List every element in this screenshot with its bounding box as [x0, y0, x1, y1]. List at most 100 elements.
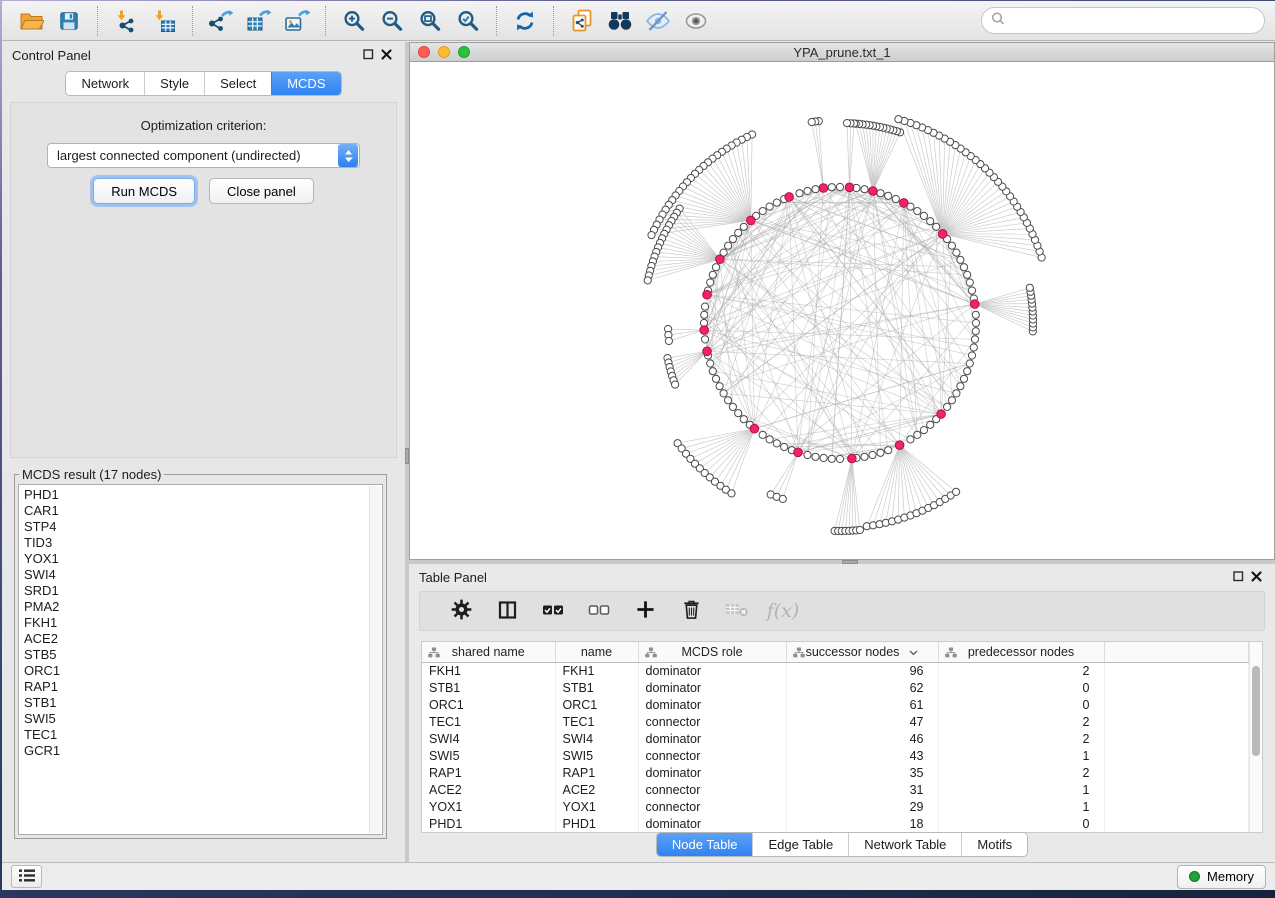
first-neighbors-button[interactable]: [601, 5, 639, 37]
zoom-in-button[interactable]: [335, 5, 373, 37]
cytoscape-app-window: Control Panel NetworkStyleSelectMCDS Opt…: [2, 1, 1275, 890]
float-panel-button[interactable]: [359, 47, 377, 63]
mcds-result-item[interactable]: TEC1: [24, 727, 382, 743]
mcds-result-item[interactable]: FKH1: [24, 615, 382, 631]
task-history-button[interactable]: [11, 865, 42, 888]
node-table: shared namenameMCDS rolesuccessor nodesp…: [421, 641, 1263, 833]
table-row[interactable]: RAP1RAP1dominator352: [422, 764, 1249, 781]
refresh-network-button[interactable]: [506, 5, 544, 37]
close-icon: [1251, 570, 1262, 585]
mcds-result-item[interactable]: CAR1: [24, 503, 382, 519]
new-network-from-selection-button[interactable]: [563, 5, 601, 37]
cell-shared_name: PHD1: [422, 815, 555, 832]
column-header-successor-nodes[interactable]: successor nodes: [786, 642, 938, 662]
column-header-shared-name[interactable]: shared name: [422, 642, 555, 662]
search-box[interactable]: [981, 7, 1265, 34]
search-input[interactable]: [1011, 13, 1255, 28]
cell-mcds_role: dominator: [638, 679, 786, 696]
cell-mcds_role: dominator: [638, 696, 786, 713]
tab-select[interactable]: Select: [204, 72, 271, 95]
table-tab-edge-table[interactable]: Edge Table: [752, 833, 848, 856]
mcds-result-item[interactable]: SRD1: [24, 583, 382, 599]
column-header-predecessor-nodes[interactable]: predecessor nodes: [938, 642, 1104, 662]
main-toolbar: [2, 1, 1275, 41]
mcds-result-item[interactable]: SWI4: [24, 567, 382, 583]
close-table-panel-button[interactable]: [1247, 569, 1265, 585]
export-table-button[interactable]: [240, 5, 278, 37]
open-session-icon: [19, 10, 44, 32]
desktop-wallpaper: Control Panel NetworkStyleSelectMCDS Opt…: [0, 0, 1275, 898]
select-all-rows-button[interactable]: [530, 594, 576, 628]
delete-column-button[interactable]: [668, 594, 714, 628]
splitter-handle[interactable]: [405, 448, 409, 464]
split-view-button[interactable]: [484, 594, 530, 628]
dropdown-stepper-icon: [338, 144, 358, 167]
tab-mcds[interactable]: MCDS: [271, 72, 340, 95]
run-mcds-button[interactable]: Run MCDS: [93, 178, 195, 204]
column-header-mcds-role[interactable]: MCDS role: [638, 642, 786, 662]
tab-style[interactable]: Style: [144, 72, 204, 95]
mcds-result-item[interactable]: GCR1: [24, 743, 382, 759]
memory-button[interactable]: Memory: [1177, 865, 1266, 889]
tab-network[interactable]: Network: [66, 72, 144, 95]
network-canvas[interactable]: [410, 62, 1274, 559]
hide-selected-button[interactable]: [639, 5, 677, 37]
zoom-fit-button[interactable]: [411, 5, 449, 37]
mcds-result-item[interactable]: ORC1: [24, 663, 382, 679]
table-tab-motifs[interactable]: Motifs: [961, 833, 1027, 856]
mcds-result-list[interactable]: PHD1CAR1STP4TID3YOX1SWI4SRD1PMA2FKH1ACE2…: [18, 484, 383, 835]
zoom-selected-button[interactable]: [449, 5, 487, 37]
table-row[interactable]: ORC1ORC1dominator610: [422, 696, 1249, 713]
network-window-titlebar: YPA_prune.txt_1: [410, 43, 1274, 62]
cell-predecessor_nodes: 0: [938, 815, 1104, 832]
table-row[interactable]: ACE2ACE2connector311: [422, 781, 1249, 798]
table-scrollbar-thumb[interactable]: [1252, 666, 1260, 756]
mcds-list-scrollbar[interactable]: [369, 486, 381, 833]
mcds-result-item[interactable]: STB1: [24, 695, 382, 711]
export-network-button[interactable]: [202, 5, 240, 37]
criterion-dropdown[interactable]: largest connected component (undirected): [47, 143, 360, 168]
import-network-button[interactable]: [107, 5, 145, 37]
float-table-panel-button[interactable]: [1229, 569, 1247, 585]
control-panel-header: Control Panel: [2, 42, 405, 68]
mcds-result-item[interactable]: YOX1: [24, 551, 382, 567]
table-row[interactable]: SWI5SWI5connector431: [422, 747, 1249, 764]
right-area: YPA_prune.txt_1 Table Panel: [409, 42, 1275, 862]
import-table-button[interactable]: [145, 5, 183, 37]
network-graph-svg[interactable]: [410, 62, 1274, 559]
mcds-result-item[interactable]: PHD1: [24, 487, 382, 503]
network-view-window: YPA_prune.txt_1: [409, 42, 1275, 560]
table-row[interactable]: FKH1FKH1dominator962: [422, 662, 1249, 679]
sort-indicator-icon: [909, 645, 918, 659]
export-image-button[interactable]: [278, 5, 316, 37]
control-panel-title: Control Panel: [12, 48, 91, 63]
table-tab-node-table[interactable]: Node Table: [657, 833, 753, 856]
table-scrollbar[interactable]: [1249, 642, 1262, 832]
table-row[interactable]: TEC1TEC1connector472: [422, 713, 1249, 730]
table-row[interactable]: STB1STB1dominator620: [422, 679, 1249, 696]
mcds-result-item[interactable]: STB5: [24, 647, 382, 663]
import-table-icon: [152, 9, 176, 33]
mcds-result-item[interactable]: TID3: [24, 535, 382, 551]
cell-filler: [1104, 815, 1249, 832]
mcds-result-item[interactable]: RAP1: [24, 679, 382, 695]
open-session-button[interactable]: [12, 5, 50, 37]
mcds-result-item[interactable]: ACE2: [24, 631, 382, 647]
close-mcds-panel-button[interactable]: Close panel: [209, 178, 314, 204]
table-row[interactable]: SWI4SWI4dominator462: [422, 730, 1249, 747]
table-row[interactable]: YOX1YOX1connector291: [422, 798, 1249, 815]
close-panel-button[interactable]: [377, 47, 395, 63]
table-row[interactable]: PHD1PHD1dominator180: [422, 815, 1249, 832]
save-session-button[interactable]: [50, 5, 88, 37]
mcds-result-item[interactable]: SWI5: [24, 711, 382, 727]
table-tab-network-table[interactable]: Network Table: [848, 833, 961, 856]
cell-successor_nodes: 96: [786, 662, 938, 679]
column-header-name[interactable]: name: [555, 642, 638, 662]
deselect-all-rows-button[interactable]: [576, 594, 622, 628]
mcds-result-item[interactable]: STP4: [24, 519, 382, 535]
mcds-result-item[interactable]: PMA2: [24, 599, 382, 615]
table-settings-button[interactable]: [438, 594, 484, 628]
add-column-button[interactable]: [622, 594, 668, 628]
zoom-out-button[interactable]: [373, 5, 411, 37]
show-all-button[interactable]: [677, 5, 715, 37]
